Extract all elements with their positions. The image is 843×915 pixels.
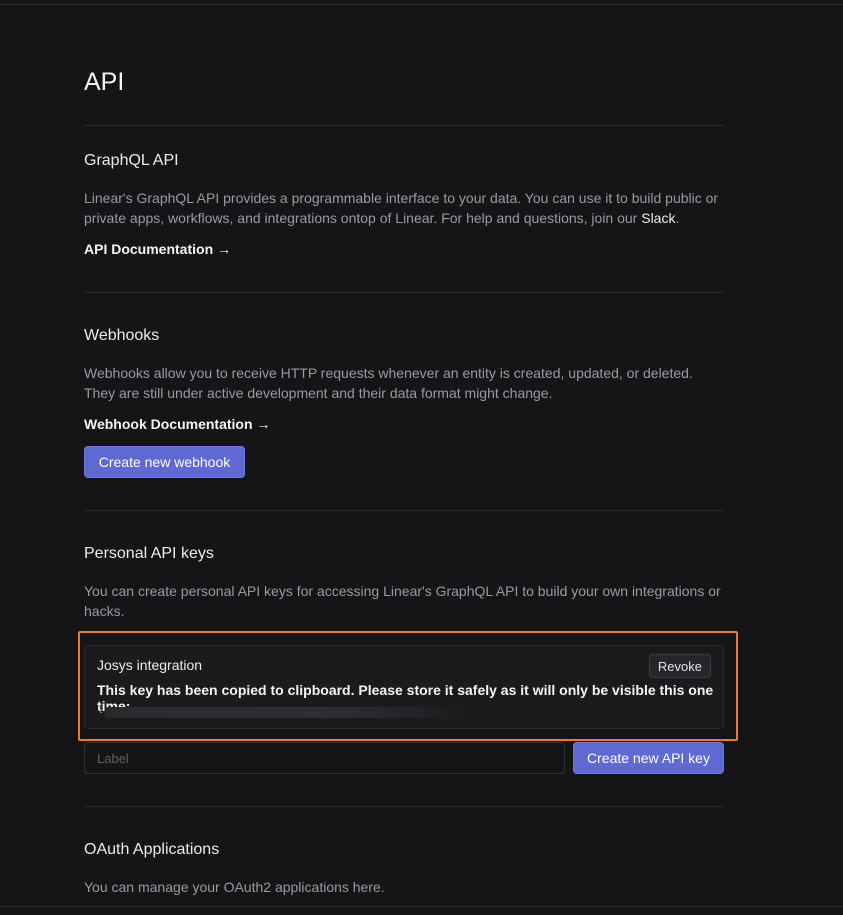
create-api-key-button[interactable]: Create new API key (573, 742, 724, 774)
top-border (0, 4, 843, 5)
graphql-section-title: GraphQL API (84, 152, 179, 169)
api-key-label-input[interactable] (84, 742, 565, 774)
personal-api-keys-description: You can create personal API keys for acc… (84, 583, 721, 619)
divider (84, 806, 724, 807)
graphql-description: Linear's GraphQL API provides a programm… (84, 189, 724, 228)
webhook-documentation-label: Webhook Documentation (84, 416, 253, 432)
page-title: API (84, 68, 125, 96)
arrow-right-icon: → (256, 416, 271, 432)
webhook-documentation-link[interactable]: Webhook Documentation → (84, 416, 271, 432)
api-documentation-label: API Documentation (84, 241, 214, 257)
highlight-annotation (78, 631, 738, 741)
divider (84, 125, 724, 126)
bottom-border (0, 906, 843, 907)
webhooks-description: Webhooks allow you to receive HTTP reque… (84, 365, 693, 401)
graphql-description-text: Linear's GraphQL API provides a programm… (84, 190, 719, 226)
divider (84, 292, 724, 293)
slack-link[interactable]: Slack (641, 210, 675, 226)
graphql-description-end: . (675, 209, 680, 226)
divider (84, 510, 724, 511)
create-webhook-button[interactable]: Create new webhook (84, 446, 245, 478)
oauth-section-title: OAuth Applications (84, 841, 220, 858)
webhooks-section-title: Webhooks (84, 327, 160, 344)
personal-api-keys-section-title: Personal API keys (84, 545, 214, 562)
api-documentation-link[interactable]: API Documentation → (84, 241, 231, 257)
oauth-description: You can manage your OAuth2 applications … (84, 879, 385, 895)
arrow-right-icon: → (217, 241, 232, 257)
